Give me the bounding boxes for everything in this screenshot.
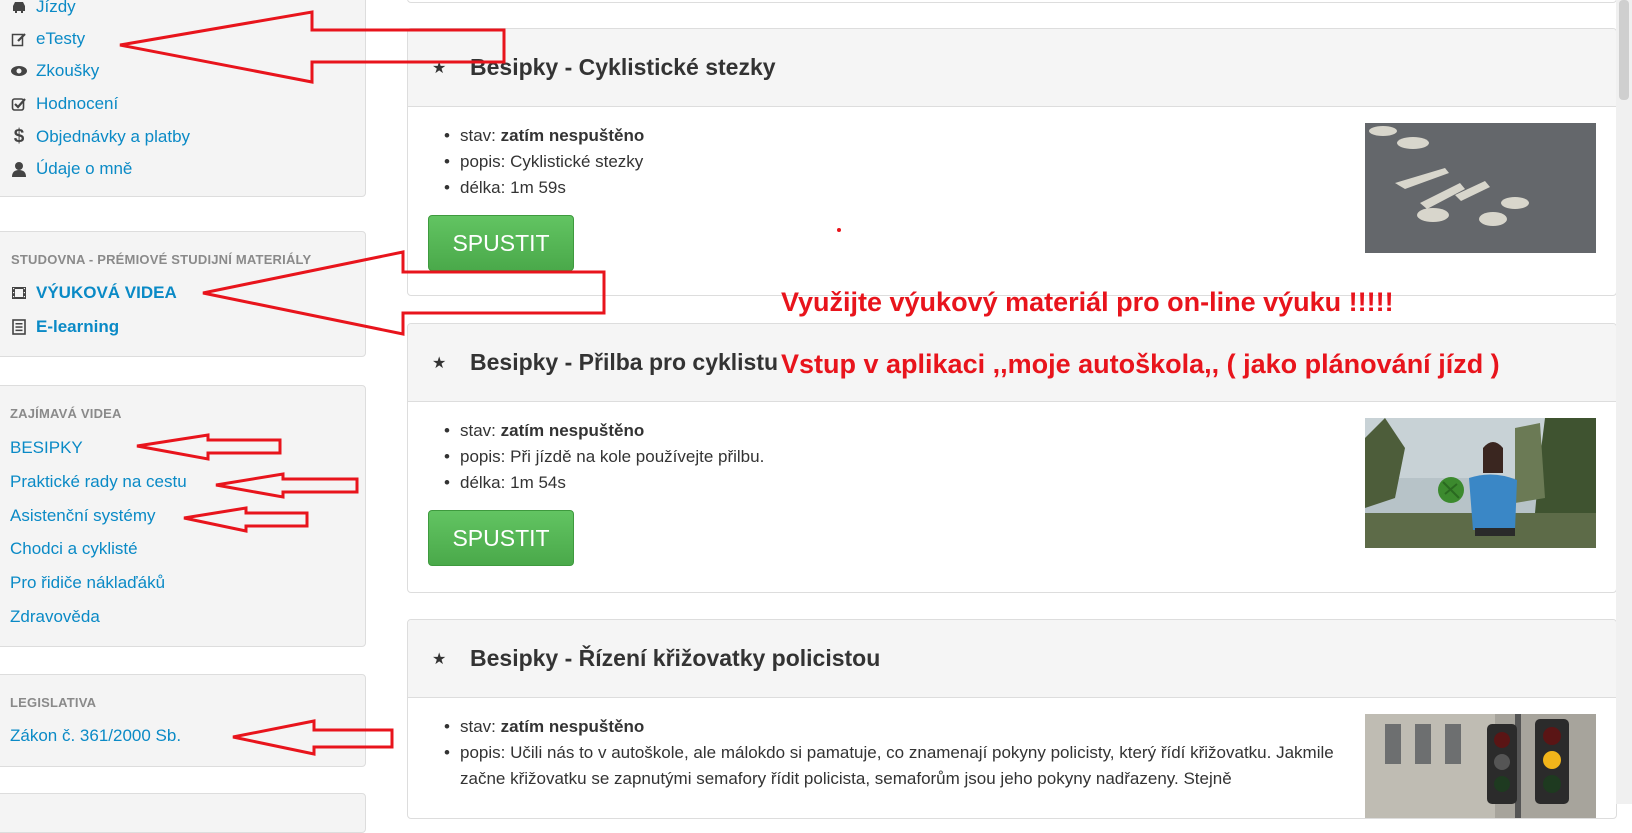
nav-vyukova-videa-label: VÝUKOVÁ VIDEA <box>36 283 177 302</box>
video-card-header: ★ Besipky - Cyklistické stezky <box>408 29 1616 107</box>
star-icon[interactable]: ★ <box>432 649 470 669</box>
nav-vyukova-videa[interactable]: VÝUKOVÁ VIDEA <box>10 280 177 306</box>
star-icon[interactable]: ★ <box>432 353 470 373</box>
nav-objednavky-label: Objednávky a platby <box>36 127 191 146</box>
stav-label: stav: <box>460 717 496 736</box>
video-title: Besipky - Přilba pro cyklistu <box>470 349 779 375</box>
spustit-button[interactable]: SPUSTIT <box>428 510 574 566</box>
video-card: ★ Besipky - Cyklistické stezky stav: zat… <box>407 28 1617 296</box>
stav-value: zatím nespuštěno <box>500 126 645 145</box>
video-facts: stav: zatím nespuštěno popis: Učili nás … <box>408 714 1348 792</box>
list-icon <box>10 318 28 336</box>
nav-zkousky-label: Zkoušky <box>36 61 100 80</box>
nav-asistencni-systemy[interactable]: Asistenční systémy <box>10 503 156 529</box>
nav-hodnoceni[interactable]: Hodnocení <box>10 91 118 117</box>
popis-label: popis: <box>460 743 506 762</box>
dollar-icon: $ <box>13 126 25 147</box>
delka-value: 1m 59s <box>510 178 566 197</box>
video-card-body: stav: zatím nespuštěno popis: Učili nás … <box>408 698 1616 818</box>
popis-value: Učili nás to v autoškole, ale málokdo si… <box>460 743 1334 788</box>
nav-pro-ridice-nakladaku[interactable]: Pro řidiče náklaďáků <box>10 570 165 596</box>
popis-label: popis: <box>460 152 506 171</box>
nav-jizdy-label: Jízdy <box>36 0 76 16</box>
delka-value: 1m 54s <box>510 473 566 492</box>
video-card-header: ★ Besipky - Řízení křižovatky policistou <box>408 620 1616 698</box>
page-scrollbar[interactable] <box>1616 0 1632 804</box>
film-icon <box>10 284 28 302</box>
fact-stav: stav: zatím nespuštěno <box>444 714 1348 740</box>
video-thumbnail-bike-path[interactable] <box>1365 123 1596 253</box>
stav-value: zatím nespuštěno <box>500 717 645 736</box>
delka-label: délka: <box>460 178 506 197</box>
nav-e-learning-label: E-learning <box>36 317 120 336</box>
video-thumbnail-cyclist[interactable] <box>1365 418 1596 548</box>
nav-zdravoveda[interactable]: Zdravověda <box>10 604 100 630</box>
nav-pro-ridice-nakladaku-label: Pro řidiče náklaďáků <box>10 573 166 592</box>
nav-zakon-label: Zákon č. 361/2000 Sb. <box>10 726 182 745</box>
video-card-body: stav: zatím nespuštěno popis: Při jízdě … <box>408 402 1616 566</box>
spustit-button[interactable]: SPUSTIT <box>428 215 574 271</box>
previous-card <box>407 0 1617 3</box>
video-card-body: stav: zatím nespuštěno popis: Cyklistick… <box>408 107 1616 271</box>
video-thumbnail-traffic-lights[interactable] <box>1365 714 1596 818</box>
next-panel <box>0 793 366 833</box>
car-icon <box>10 0 28 16</box>
stav-value: zatím nespuštěno <box>500 421 645 440</box>
scrollbar-thumb[interactable] <box>1619 0 1629 100</box>
popis-label: popis: <box>460 447 506 466</box>
popis-value: Při jízdě na kole používejte přilbu. <box>510 447 765 466</box>
nav-chodci-cykliste-label: Chodci a cyklisté <box>10 539 138 558</box>
eye-icon <box>10 62 28 80</box>
nav-chodci-cykliste[interactable]: Chodci a cyklisté <box>10 536 138 562</box>
delka-label: délka: <box>460 473 506 492</box>
user-icon <box>10 160 28 178</box>
annotation-line-2: Vstup v aplikaci ,,moje autoškola,, ( ja… <box>781 349 1500 379</box>
nav-zkousky[interactable]: Zkoušky <box>10 58 99 84</box>
nav-zdravoveda-label: Zdravověda <box>10 607 100 626</box>
video-title: Besipky - Cyklistické stezky <box>470 54 776 80</box>
legislativa-panel <box>0 674 366 767</box>
nav-objednavky[interactable]: $ Objednávky a platby <box>10 124 190 150</box>
nav-asistencni-systemy-label: Asistenční systémy <box>10 506 156 525</box>
nav-e-learning[interactable]: E-learning <box>10 314 119 340</box>
video-card: ★ Besipky - Řízení křižovatky policistou… <box>407 619 1617 819</box>
stav-label: stav: <box>460 126 496 145</box>
nav-besipky-label: BESIPKY <box>10 438 83 457</box>
nav-zakon[interactable]: Zákon č. 361/2000 Sb. <box>10 723 181 749</box>
nav-prakticke-rady[interactable]: Praktické rady na cestu <box>10 469 187 495</box>
nav-udaje-label: Údaje o mně <box>36 159 133 178</box>
nav-prakticke-rady-label: Praktické rady na cestu <box>10 472 187 491</box>
studovna-heading: STUDOVNA - PRÉMIOVÉ STUDIJNÍ MATERIÁLY <box>11 252 312 267</box>
zajimava-heading: ZAJÍMAVÁ VIDEA <box>10 406 122 421</box>
nav-jizdy[interactable]: Jízdy <box>10 0 76 20</box>
popis-value: Cyklistické stezky <box>510 152 644 171</box>
nav-besipky[interactable]: BESIPKY <box>10 435 83 461</box>
stav-label: stav: <box>460 421 496 440</box>
nav-etesty[interactable]: eTesty <box>10 26 85 52</box>
video-title: Besipky - Řízení křižovatky policistou <box>470 645 881 671</box>
fact-popis: popis: Učili nás to v autoškole, ale mál… <box>444 740 1348 792</box>
star-icon[interactable]: ★ <box>432 58 470 78</box>
nav-hodnoceni-label: Hodnocení <box>36 94 119 113</box>
legislativa-heading: LEGISLATIVA <box>10 695 97 710</box>
nav-etesty-label: eTesty <box>36 29 86 48</box>
annotation-line-1: Využijte výukový materiál pro on-line vý… <box>781 287 1394 317</box>
edit-icon <box>10 30 28 48</box>
check-square-icon <box>10 95 28 113</box>
nav-udaje[interactable]: Údaje o mně <box>10 156 132 182</box>
